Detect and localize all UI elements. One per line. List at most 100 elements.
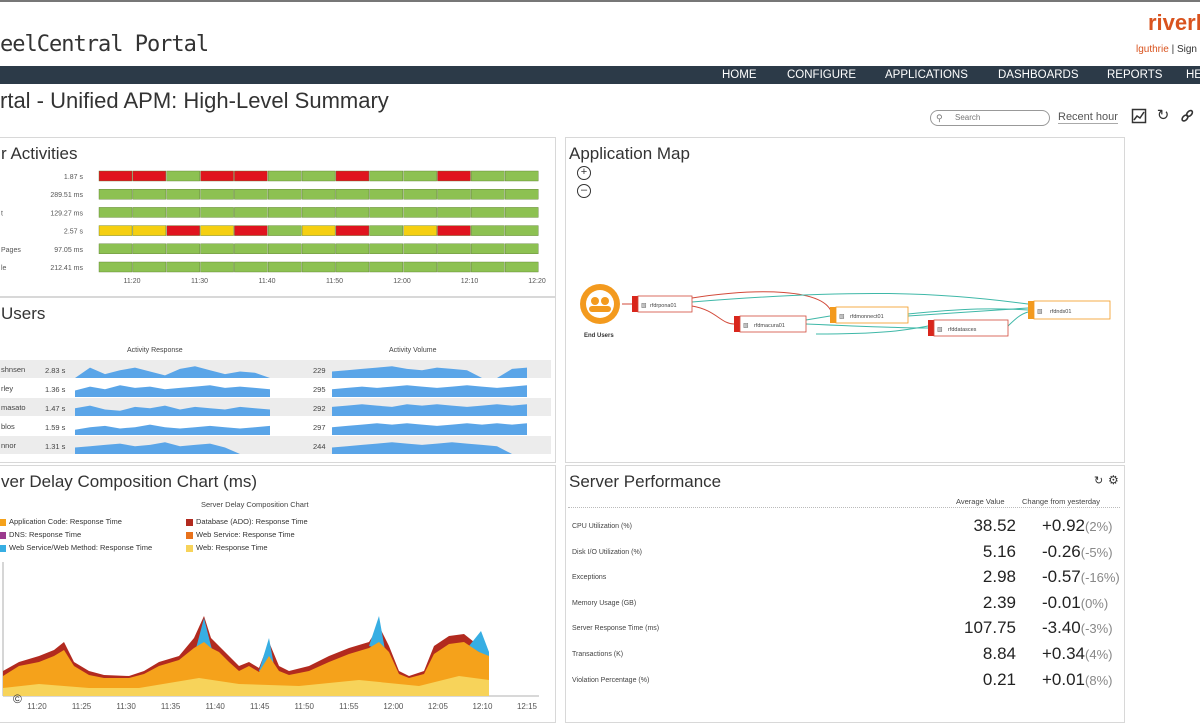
nav-applications[interactable]: APPLICATIONS	[885, 66, 968, 84]
status-cell[interactable]	[268, 189, 302, 200]
status-cell[interactable]	[200, 189, 234, 200]
user-row[interactable]: blos 1.59 s 297	[0, 417, 551, 435]
status-cell[interactable]	[369, 243, 404, 255]
nav-help[interactable]: HE	[1186, 66, 1200, 84]
activity-row[interactable]: t 129.27 ms	[1, 207, 539, 218]
status-cell[interactable]	[504, 170, 539, 182]
status-cell[interactable]	[437, 170, 471, 182]
metric-row[interactable]: Transactions (K) 8.84 +0.34(4%)	[566, 642, 1126, 668]
status-cell[interactable]	[301, 189, 336, 200]
status-cell[interactable]	[132, 207, 167, 218]
status-cell[interactable]	[471, 207, 505, 218]
status-cell[interactable]	[301, 207, 336, 218]
chart-icon[interactable]	[1131, 108, 1147, 124]
status-cell[interactable]	[437, 189, 471, 200]
status-cell[interactable]	[504, 207, 539, 218]
status-cell[interactable]	[132, 189, 167, 200]
status-cell[interactable]	[268, 170, 302, 182]
refresh-icon[interactable]: ↻	[1094, 474, 1103, 487]
status-cell[interactable]	[369, 225, 404, 236]
status-cell[interactable]	[403, 225, 437, 236]
status-cell[interactable]	[504, 225, 539, 236]
status-cell[interactable]	[471, 225, 505, 236]
activity-row[interactable]: le 212.41 ms	[1, 261, 539, 273]
status-cell[interactable]	[132, 261, 167, 273]
status-cell[interactable]	[301, 170, 336, 182]
status-cell[interactable]	[335, 243, 370, 255]
status-cell[interactable]	[166, 225, 200, 236]
status-cell[interactable]	[403, 170, 437, 182]
status-cell[interactable]	[335, 225, 370, 236]
status-cell[interactable]	[335, 261, 370, 273]
status-cell[interactable]	[504, 243, 539, 255]
time-range-select[interactable]: Recent hour	[1058, 111, 1118, 124]
status-cell[interactable]	[268, 207, 302, 218]
status-cell[interactable]	[335, 170, 370, 182]
status-cell[interactable]	[403, 189, 437, 200]
status-cell[interactable]	[132, 170, 167, 182]
status-cell[interactable]	[234, 261, 268, 273]
status-cell[interactable]	[335, 189, 370, 200]
status-cell[interactable]	[234, 207, 268, 218]
activity-row[interactable]: 1.87 s	[64, 170, 539, 182]
activity-row[interactable]: 289.51 ms	[50, 189, 539, 200]
nav-dashboards[interactable]: DASHBOARDS	[998, 66, 1079, 84]
end-users-node[interactable]: End Users	[580, 284, 620, 339]
status-cell[interactable]	[504, 261, 539, 273]
user-menu[interactable]: lguthrie | Sign	[1136, 44, 1197, 55]
map-node[interactable]: rfdrpona01 ▧	[632, 295, 693, 313]
status-cell[interactable]	[471, 243, 505, 255]
status-cell[interactable]	[471, 170, 505, 182]
status-cell[interactable]	[471, 261, 505, 273]
status-cell[interactable]	[98, 207, 133, 218]
status-cell[interactable]	[98, 243, 133, 255]
status-cell[interactable]	[369, 261, 404, 273]
status-cell[interactable]	[234, 243, 268, 255]
status-cell[interactable]	[369, 207, 404, 218]
gear-icon[interactable]: ⚙	[1108, 473, 1119, 487]
status-cell[interactable]	[200, 170, 234, 182]
status-cell[interactable]	[403, 207, 437, 218]
status-cell[interactable]	[403, 243, 437, 255]
sign-link[interactable]: Sign	[1177, 44, 1197, 55]
status-cell[interactable]	[234, 189, 268, 200]
status-cell[interactable]	[335, 207, 370, 218]
status-cell[interactable]	[301, 261, 336, 273]
status-cell[interactable]	[403, 261, 437, 273]
status-cell[interactable]	[268, 261, 302, 273]
user-row[interactable]: rley 1.36 s 295	[0, 379, 551, 397]
refresh-icon[interactable]: ↻	[1155, 108, 1171, 124]
status-cell[interactable]	[200, 225, 234, 236]
activity-row[interactable]: Pages 97.05 ms	[1, 243, 539, 255]
metric-row[interactable]: Memory Usage (GB) 2.39 -0.01(0%)	[566, 591, 1126, 617]
metric-row[interactable]: Exceptions 2.98 -0.57(-16%)	[566, 565, 1126, 591]
status-cell[interactable]	[369, 170, 404, 182]
metric-row[interactable]: Violation Percentage (%) 0.21 +0.01(8%)	[566, 668, 1126, 694]
nav-configure[interactable]: CONFIGURE	[787, 66, 856, 84]
status-cell[interactable]	[369, 189, 404, 200]
map-node[interactable]: rfddatasces ▧	[928, 319, 1009, 337]
status-cell[interactable]	[132, 243, 167, 255]
metric-row[interactable]: CPU Utilization (%) 38.52 +0.92(2%)	[566, 514, 1126, 540]
metric-row[interactable]: Server Response Time (ms) 107.75 -3.40(-3%…	[566, 616, 1126, 642]
status-cell[interactable]	[437, 243, 471, 255]
status-cell[interactable]	[504, 189, 539, 200]
status-cell[interactable]	[132, 225, 167, 236]
status-cell[interactable]	[437, 225, 471, 236]
map-node[interactable]: rfdmacura01 ▧	[734, 315, 807, 333]
activity-row[interactable]: 2.57 s	[64, 225, 539, 236]
status-cell[interactable]	[166, 261, 200, 273]
status-cell[interactable]	[166, 207, 200, 218]
status-cell[interactable]	[437, 207, 471, 218]
status-cell[interactable]	[268, 243, 302, 255]
status-cell[interactable]	[200, 243, 234, 255]
status-cell[interactable]	[98, 170, 133, 182]
map-node[interactable]: rfdnds01 ▧	[1028, 300, 1111, 320]
status-cell[interactable]	[200, 261, 234, 273]
status-cell[interactable]	[166, 170, 200, 182]
status-cell[interactable]	[234, 225, 268, 236]
status-cell[interactable]	[234, 170, 268, 182]
metric-row[interactable]: Disk I/O Utilization (%) 5.16 -0.26(-5%)	[566, 540, 1126, 566]
user-row[interactable]: shnsen 2.83 s 229	[0, 360, 551, 378]
user-row[interactable]: nnor 1.31 s 244	[0, 436, 551, 454]
